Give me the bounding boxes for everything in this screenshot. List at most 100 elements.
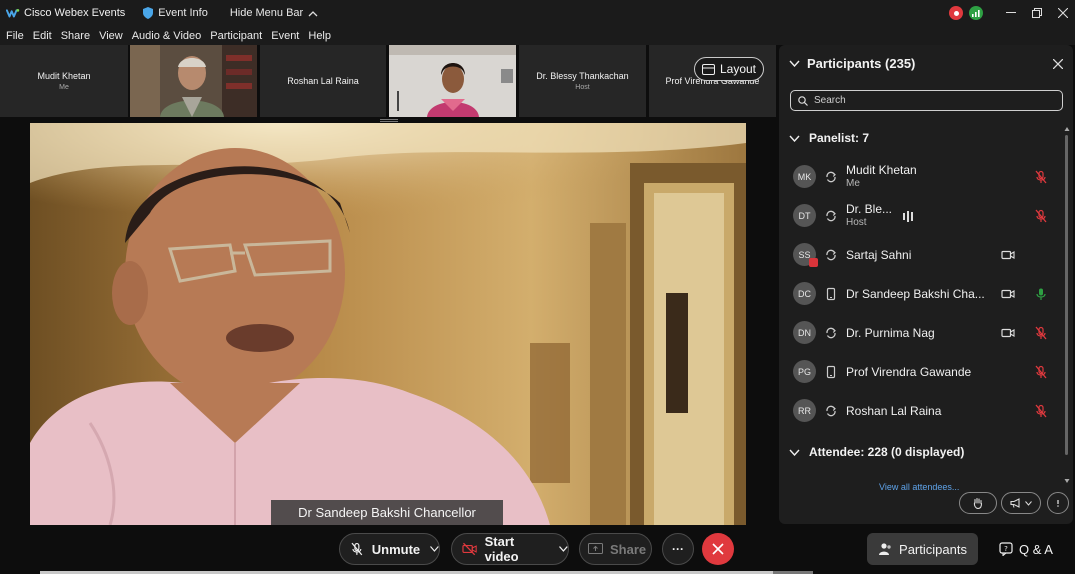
mic-muted-icon (351, 542, 363, 556)
close-icon (1052, 58, 1064, 70)
attendee-section-header[interactable]: Attendee: 228 (0 displayed) (789, 445, 964, 459)
more-options-button[interactable]: ··· (662, 533, 694, 565)
menu-bar: File Edit Share View Audio & Video Parti… (0, 26, 1075, 45)
thumb-roshan-lal-raina[interactable]: Roshan Lal Raina (260, 45, 386, 117)
recording-badge-icon (809, 258, 818, 267)
menu-event[interactable]: Event (271, 30, 299, 42)
thumb-role: Host (575, 84, 590, 91)
menu-share[interactable]: Share (61, 30, 90, 42)
close-window-button[interactable] (1051, 0, 1075, 26)
raise-hand-button[interactable] (959, 492, 997, 514)
main-stage-video[interactable] (30, 123, 746, 525)
hide-menu-bar-button[interactable]: Hide Menu Bar (230, 7, 318, 19)
menu-audio-video[interactable]: Audio & Video (132, 30, 202, 42)
avatar: MK (793, 165, 816, 188)
layout-label: Layout (719, 62, 757, 76)
participant-name: Dr. Purnima Nag (846, 326, 935, 340)
minimize-icon (1006, 12, 1016, 13)
close-panel-button[interactable] (1052, 56, 1064, 72)
start-video-button[interactable]: Start video (451, 533, 569, 565)
chevron-down-icon (789, 60, 800, 67)
share-screen-icon (588, 542, 603, 554)
chevron-down-icon[interactable] (559, 546, 568, 552)
thumb-mudit-khetan[interactable]: Mudit Khetan Me (0, 45, 128, 117)
participants-icon (879, 543, 891, 555)
video-camera-icon (1001, 289, 1015, 299)
view-all-attendees-link[interactable]: View all attendees... (879, 482, 959, 492)
participant-search-input[interactable]: Search (790, 90, 1063, 111)
info-button[interactable] (1047, 492, 1069, 514)
menu-edit[interactable]: Edit (33, 30, 52, 42)
qa-label: Q & A (1019, 541, 1053, 557)
unmute-label: Unmute (371, 541, 421, 557)
participant-row-blessy-thankachan[interactable]: DT Dr. Ble... Host (793, 199, 1053, 233)
participants-toggle-button[interactable]: Participants (867, 533, 978, 565)
participants-panel-title: Participants (235) (807, 56, 916, 71)
mic-muted-icon[interactable] (1034, 326, 1048, 340)
menu-file[interactable]: File (6, 30, 24, 42)
layout-button[interactable]: Layout (694, 57, 764, 81)
mic-active-icon[interactable] (1034, 287, 1048, 301)
chevron-down-icon (789, 449, 800, 456)
minimize-button[interactable] (999, 0, 1023, 26)
participant-name: Dr Sandeep Bakshi Cha... (846, 287, 985, 301)
share-button[interactable]: Share (579, 533, 652, 565)
menu-participant[interactable]: Participant (210, 30, 262, 42)
stage-resize-handle[interactable] (380, 119, 398, 122)
thumb-video-participant-1[interactable] (130, 45, 257, 117)
avatar: SS (793, 243, 818, 267)
megaphone-icon (1010, 498, 1020, 508)
participants-label: Participants (899, 541, 967, 557)
restore-button[interactable] (1025, 0, 1049, 26)
leave-meeting-button[interactable] (702, 533, 734, 565)
unmute-button[interactable]: Unmute (339, 533, 440, 565)
sync-audio-icon (826, 210, 836, 222)
svg-text:?: ? (1004, 545, 1008, 553)
participant-row-sartaj-sahni[interactable]: SS Sartaj Sahni (793, 238, 1053, 272)
participant-name: Roshan Lal Raina (846, 404, 942, 418)
participants-panel: Participants (235) Search Panelist: 7 MK… (779, 45, 1073, 524)
panelist-section-header[interactable]: Panelist: 7 (789, 131, 869, 145)
restore-icon (1032, 8, 1042, 18)
video-camera-icon (1001, 328, 1015, 338)
info-icon (1057, 500, 1059, 507)
avatar: DC (793, 282, 816, 305)
start-video-label: Start video (484, 534, 519, 564)
thumb-blessy-thankachan[interactable]: Dr. Blessy Thankachan Host (519, 45, 646, 117)
share-label: Share (610, 541, 647, 557)
participant-row-purnima-nag[interactable]: DN Dr. Purnima Nag (793, 316, 1053, 350)
participants-panel-header[interactable]: Participants (235) (789, 56, 915, 71)
close-icon (712, 543, 724, 555)
hide-menu-label: Hide Menu Bar (229, 7, 304, 19)
avatar: DN (793, 321, 816, 344)
menu-view[interactable]: View (99, 30, 123, 42)
thumb-virendra-gawande[interactable]: Prof Virendra Gawande (649, 45, 776, 117)
announce-menu-button[interactable] (1001, 492, 1041, 514)
recording-icon[interactable] (949, 6, 963, 20)
mic-muted-icon[interactable] (1034, 404, 1048, 418)
network-health-icon[interactable] (969, 6, 983, 20)
participant-role: Host (846, 217, 867, 228)
phone-icon (826, 365, 836, 379)
thumb-video-participant-2[interactable] (389, 45, 516, 117)
event-info-button[interactable]: Event Info (143, 7, 208, 19)
participant-row-sandeep-bakshi[interactable]: DC Dr Sandeep Bakshi Cha... (793, 277, 1053, 311)
mic-muted-icon[interactable] (1034, 365, 1048, 379)
question-bubble-icon: ? (999, 542, 1013, 556)
qa-button[interactable]: ? Q & A (999, 533, 1053, 565)
avatar: RR (793, 399, 816, 422)
chevron-down-icon[interactable] (430, 546, 439, 552)
panel-scrollbar-thumb[interactable] (1065, 135, 1068, 455)
sync-audio-icon (826, 327, 836, 339)
sync-audio-icon (826, 405, 836, 417)
menu-help[interactable]: Help (308, 30, 331, 42)
mic-muted-icon[interactable] (1034, 170, 1048, 184)
participant-video-image (130, 45, 257, 117)
participant-row-virendra-gawande[interactable]: PG Prof Virendra Gawande (793, 355, 1053, 389)
avatar: PG (793, 360, 816, 383)
mic-muted-icon[interactable] (1034, 209, 1048, 223)
participant-row-mudit-khetan[interactable]: MK Mudit Khetan Me (793, 160, 1053, 194)
shield-icon (143, 7, 154, 19)
search-placeholder: Search (814, 95, 846, 106)
participant-row-roshan-lal-raina[interactable]: RR Roshan Lal Raina (793, 394, 1053, 428)
